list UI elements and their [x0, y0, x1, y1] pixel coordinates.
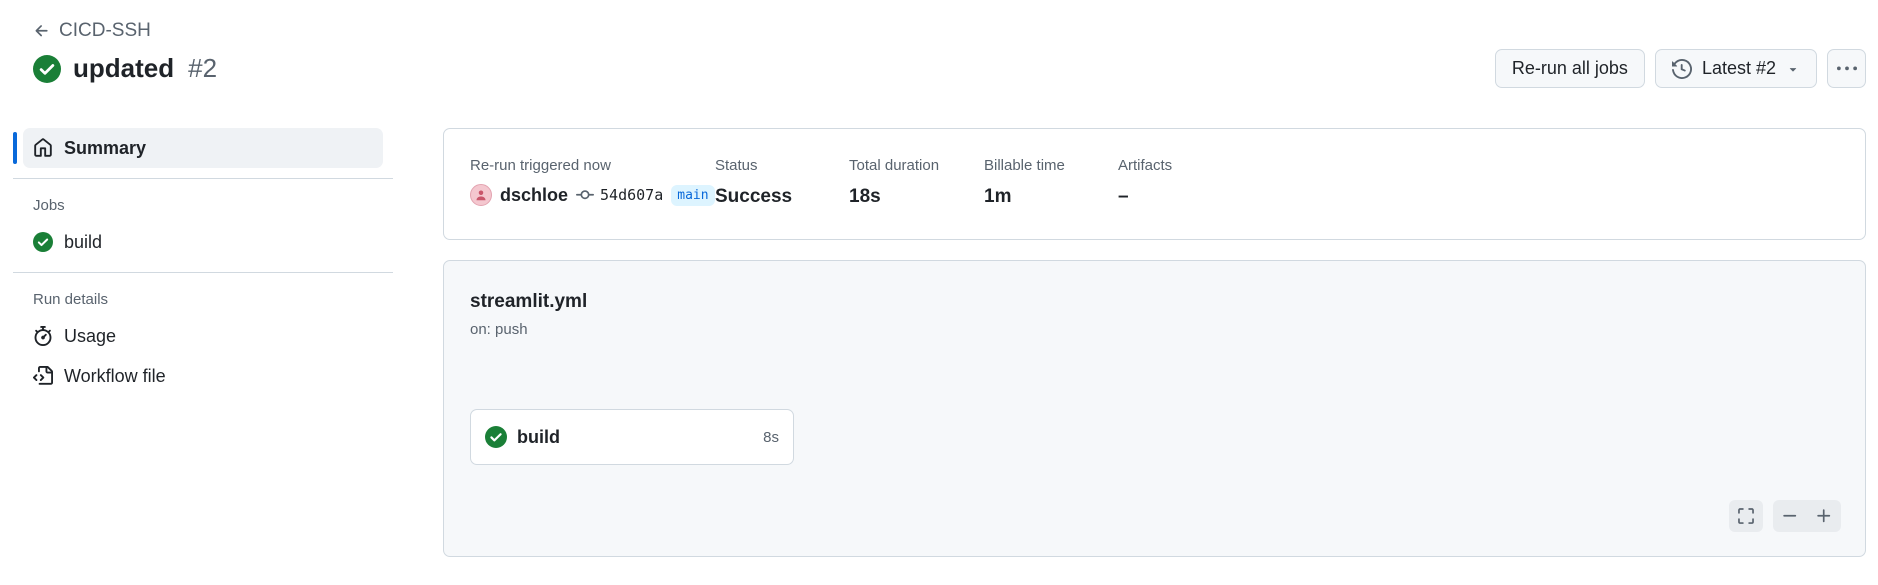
- zoom-button-group: [1773, 500, 1841, 532]
- job-node-build[interactable]: build 8s: [470, 409, 794, 465]
- duration-column: Total duration 18s: [849, 157, 939, 208]
- minus-icon: [1783, 514, 1797, 517]
- commit-sha: 54d607a: [600, 186, 664, 204]
- avatar[interactable]: [470, 184, 492, 206]
- duration-value: 18s: [849, 186, 881, 207]
- run-number: #2: [188, 53, 218, 83]
- plus-icon: [1817, 509, 1831, 523]
- sidebar-divider: [13, 272, 393, 273]
- file-code-icon: [33, 366, 53, 385]
- status-label: Status: [715, 157, 758, 174]
- rerun-all-jobs-label: Re-run all jobs: [1511, 58, 1628, 78]
- sidebar-item-usage[interactable]: Usage: [13, 316, 393, 356]
- attempt-select-label: Latest #2: [1701, 58, 1776, 78]
- attempt-select-button[interactable]: Latest #2: [1654, 49, 1817, 88]
- artifacts-column: Artifacts –: [1118, 157, 1172, 208]
- run-title: updated: [73, 53, 175, 83]
- commit-link[interactable]: 54d607a: [576, 186, 663, 204]
- artifacts-value: –: [1118, 186, 1129, 207]
- workflow-name: streamlit.yml: [470, 291, 588, 312]
- trigger-label: Re-run triggered now: [470, 157, 611, 174]
- arrow-left-icon: [35, 25, 48, 37]
- success-check-icon: [33, 54, 61, 83]
- header-actions: Re-run all jobs Latest #2: [1494, 49, 1866, 88]
- job-node-duration: 8s: [763, 428, 779, 446]
- sidebar-item-job-build[interactable]: build: [13, 222, 393, 262]
- page-title: updated #2: [33, 53, 217, 84]
- zoom-out-button[interactable]: [1773, 500, 1807, 532]
- git-commit-icon: [576, 190, 595, 200]
- home-icon: [34, 138, 52, 157]
- fullscreen-button[interactable]: [1729, 500, 1763, 532]
- run-summary-card: Re-run triggered now dschloe 54d607a mai…: [443, 128, 1866, 240]
- jobs-heading: Jobs: [33, 197, 65, 214]
- back-link-label: CICD-SSH: [59, 20, 151, 41]
- sidebar-item-job-label: build: [64, 231, 103, 252]
- run-details-heading: Run details: [33, 291, 109, 308]
- workflow-trigger: on: push: [470, 321, 528, 338]
- billable-column: Billable time 1m: [984, 157, 1065, 208]
- actor-link[interactable]: dschloe: [500, 185, 568, 206]
- person-icon: [476, 190, 486, 201]
- billable-label: Billable time: [984, 157, 1065, 174]
- success-check-icon: [485, 426, 507, 448]
- sidebar-item-summary[interactable]: Summary: [13, 128, 383, 168]
- rerun-all-jobs-button[interactable]: Re-run all jobs: [1494, 49, 1645, 88]
- sidebar-item-summary-label: Summary: [64, 137, 147, 158]
- sidebar-item-usage-label: Usage: [64, 325, 117, 346]
- caret-down-icon: [1789, 67, 1797, 72]
- screen-full-icon: [1738, 508, 1754, 524]
- sidebar-item-workflow-file-label: Workflow file: [64, 365, 166, 386]
- sidebar-item-workflow-file[interactable]: Workflow file: [13, 356, 393, 396]
- trigger-column: Re-run triggered now dschloe 54d607a mai…: [470, 157, 715, 206]
- sidebar: Summary Jobs build Run details Usage Wor…: [13, 128, 393, 396]
- history-icon: [1671, 58, 1692, 79]
- more-options-button[interactable]: [1827, 49, 1866, 88]
- back-link[interactable]: CICD-SSH: [33, 20, 151, 42]
- job-node-name: build: [517, 426, 560, 447]
- sidebar-divider: [13, 178, 393, 179]
- billable-value[interactable]: 1m: [984, 186, 1065, 208]
- workflow-graph: streamlit.yml on: push build 8s: [443, 260, 1866, 557]
- success-check-icon: [33, 232, 53, 252]
- kebab-horizontal-icon: [1836, 66, 1857, 70]
- status-value: Success: [715, 186, 793, 207]
- status-column: Status Success: [715, 157, 792, 208]
- branch-badge[interactable]: main: [671, 184, 715, 206]
- stopwatch-icon: [34, 326, 52, 346]
- zoom-in-button[interactable]: [1807, 500, 1841, 532]
- artifacts-label: Artifacts: [1118, 157, 1173, 174]
- zoom-controls: [1729, 500, 1841, 532]
- duration-label: Total duration: [849, 157, 940, 174]
